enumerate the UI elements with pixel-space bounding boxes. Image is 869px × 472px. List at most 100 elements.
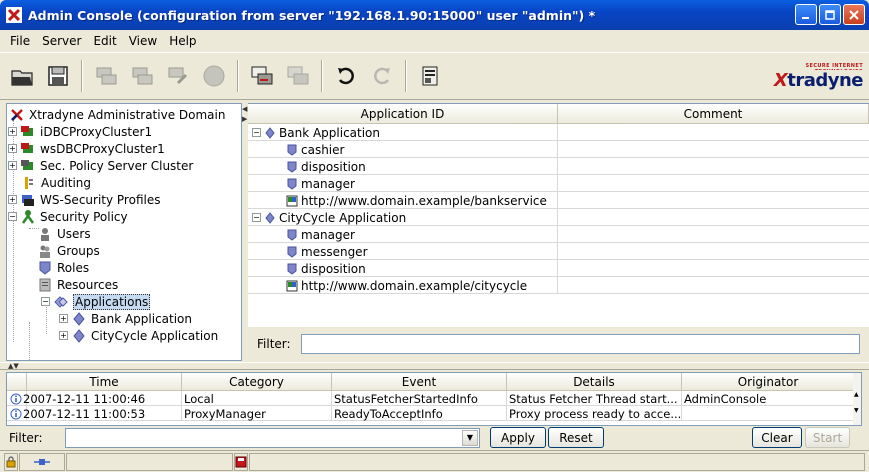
menu-view[interactable]: View xyxy=(123,34,163,48)
column-header-details[interactable]: Details xyxy=(507,373,682,391)
tree-item-security-policy[interactable]: − Security Policy xyxy=(8,208,128,225)
row-label: http://www.domain.example/citycycle xyxy=(301,278,528,293)
table-row[interactable]: 2007-12-11 11:00:46 Local StatusFetcherS… xyxy=(7,391,861,406)
tree-item-idbc-cluster[interactable]: + iDBCProxyCluster1 xyxy=(8,123,152,140)
apply-button[interactable]: Apply xyxy=(490,427,546,448)
horizontal-splitter[interactable]: ▲▼ xyxy=(0,362,869,370)
log-event: ReadyToAcceptInfo xyxy=(332,406,507,421)
menu-edit[interactable]: Edit xyxy=(87,34,122,48)
tree-item-ws-security-profiles[interactable]: + WS-Security Profiles xyxy=(8,191,160,208)
collapse-left-icon[interactable]: ◀ xyxy=(242,105,247,113)
open-button[interactable] xyxy=(6,60,38,92)
tree-item-bank-application[interactable]: + Bank Application xyxy=(59,310,192,327)
cluster-icon xyxy=(21,159,33,170)
row-label: http://www.domain.example/bankservice xyxy=(301,193,547,208)
table-row[interactable]: − CityCycle Application xyxy=(248,209,869,226)
close-button[interactable] xyxy=(843,4,865,25)
scroll-up-icon[interactable]: ▲ xyxy=(854,391,859,398)
scroll-down-icon[interactable]: ▼ xyxy=(854,407,859,414)
column-header-originator[interactable]: Originator xyxy=(682,373,855,391)
undeploy-button[interactable] xyxy=(282,60,314,92)
save-icon xyxy=(48,66,68,86)
row-label: CityCycle Application xyxy=(279,210,407,225)
tree-item-domain[interactable]: Xtradyne Administrative Domain xyxy=(9,106,225,123)
column-header-comment[interactable]: Comment xyxy=(558,104,869,124)
table-row[interactable]: 2007-12-11 11:00:53 ProxyManager ReadyTo… xyxy=(7,406,861,421)
table-row[interactable]: disposition xyxy=(248,158,869,175)
row-label: manager xyxy=(301,176,355,191)
tree-item-wsdbc-cluster[interactable]: + wsDBCProxyCluster1 xyxy=(8,140,165,157)
collapse-toggle[interactable]: − xyxy=(252,128,261,137)
table-row[interactable]: http://www.domain.example/citycycle xyxy=(248,277,869,294)
settings-button[interactable] xyxy=(414,60,446,92)
table-row[interactable]: manager xyxy=(248,175,869,192)
deploy-button[interactable] xyxy=(246,60,278,92)
table-row[interactable]: http://www.domain.example/bankservice xyxy=(248,192,869,209)
row-comment xyxy=(558,277,869,294)
server-edit-button[interactable] xyxy=(162,60,194,92)
expand-toggle[interactable]: + xyxy=(8,161,17,170)
role-icon xyxy=(287,161,297,173)
undo-button[interactable] xyxy=(330,60,362,92)
tree-item-label: Bank Application xyxy=(91,311,193,326)
column-header-event[interactable]: Event xyxy=(332,373,507,391)
tree-item-users[interactable]: Users xyxy=(37,225,91,242)
log-scrollbar[interactable]: ▲ ▼ xyxy=(853,373,861,425)
expand-toggle[interactable]: + xyxy=(8,195,17,204)
log-category: ProxyManager xyxy=(182,406,332,421)
stop-button[interactable] xyxy=(198,60,230,92)
tree-item-resources[interactable]: Resources xyxy=(37,276,118,293)
save-button[interactable] xyxy=(42,60,74,92)
table-row[interactable]: cashier xyxy=(248,141,869,158)
table-row[interactable]: − Bank Application xyxy=(248,124,869,141)
tree-item-label: Roles xyxy=(57,260,90,275)
maximize-button[interactable] xyxy=(819,4,841,25)
collapse-toggle[interactable]: − xyxy=(252,213,261,222)
log-time: 2007-12-11 11:00:46 xyxy=(21,391,182,406)
tree-item-label: wsDBCProxyCluster1 xyxy=(40,141,165,156)
column-header-category[interactable]: Category xyxy=(182,373,332,391)
server-add-button[interactable] xyxy=(90,60,122,92)
role-icon xyxy=(287,263,297,275)
expand-toggle[interactable]: + xyxy=(8,127,17,136)
log-details: Status Fetcher Thread start... xyxy=(507,391,682,406)
tree-item-auditing[interactable]: Auditing xyxy=(21,174,91,191)
expand-toggle[interactable]: + xyxy=(8,144,17,153)
menu-help[interactable]: Help xyxy=(163,34,202,48)
server-remove-button[interactable] xyxy=(126,60,158,92)
menu-file[interactable]: File xyxy=(4,34,36,48)
tree-item-sec-policy-cluster[interactable]: + Sec. Policy Server Cluster xyxy=(8,157,193,174)
chevron-down-icon[interactable]: ▼ xyxy=(462,430,478,446)
table-row[interactable]: manager xyxy=(248,226,869,243)
column-header-time[interactable]: Time xyxy=(27,373,182,391)
redo-button[interactable] xyxy=(366,60,398,92)
collapse-arrows-icon[interactable]: ▲▼ xyxy=(8,362,19,370)
tree-item-citycycle-application[interactable]: + CityCycle Application xyxy=(59,327,218,344)
collapse-toggle[interactable]: − xyxy=(8,212,17,221)
tree-item-roles[interactable]: Roles xyxy=(37,259,89,276)
collapse-right-icon[interactable]: ▶ xyxy=(242,115,247,123)
tree-item-label: Auditing xyxy=(41,175,92,190)
clear-button[interactable]: Clear xyxy=(752,427,802,448)
tree-item-label: CityCycle Application xyxy=(91,328,219,343)
application-filter-input[interactable] xyxy=(301,334,860,354)
expand-toggle[interactable]: + xyxy=(59,314,68,323)
application-icon xyxy=(73,328,85,343)
table-row[interactable]: messenger xyxy=(248,243,869,260)
start-button[interactable]: Start xyxy=(805,427,850,448)
minimize-button[interactable] xyxy=(795,4,817,25)
role-icon xyxy=(39,261,51,275)
policy-icon xyxy=(21,209,35,224)
tree-item-applications[interactable]: − Applications xyxy=(41,293,151,310)
row-label: cashier xyxy=(301,142,345,157)
column-header-application-id[interactable]: Application ID xyxy=(248,104,558,124)
reset-button[interactable]: Reset xyxy=(548,427,604,448)
menu-server[interactable]: Server xyxy=(36,34,87,48)
expand-toggle[interactable]: + xyxy=(59,331,68,340)
tree-item-groups[interactable]: Groups xyxy=(37,242,100,259)
log-filter-combobox[interactable]: ▼ xyxy=(65,428,480,448)
brand-name-prefix: X xyxy=(773,70,788,91)
table-row[interactable]: disposition xyxy=(248,260,869,277)
collapse-toggle[interactable]: − xyxy=(41,297,50,306)
row-comment xyxy=(558,141,869,158)
